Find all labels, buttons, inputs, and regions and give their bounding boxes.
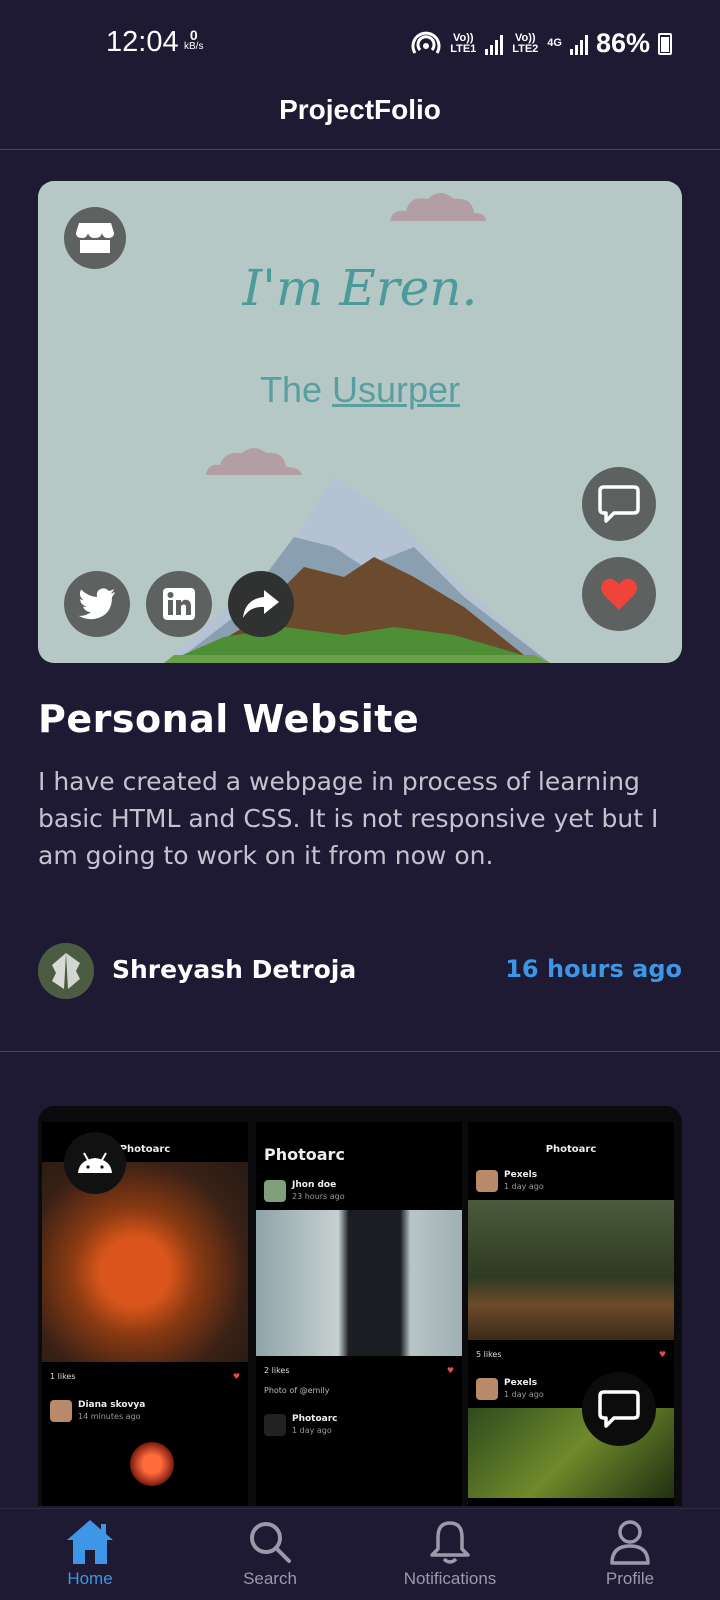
screenshot-caption: Photo of @emily (264, 1386, 330, 1395)
post-image[interactable]: Photoarc 1 likes ♥ Diana skovya 14 minut… (38, 1106, 682, 1506)
nav-profile[interactable]: Profile (540, 1509, 720, 1600)
post-timestamp: 16 hours ago (505, 955, 682, 983)
home-icon (67, 1520, 113, 1564)
screenshot-post-header: Photoarc 1 day ago (256, 1406, 462, 1444)
screenshot-user-avatar (264, 1180, 286, 1202)
app-screenshot: Photoarc Pexels 1 day ago 5 likes ♥ Pexe… (468, 1122, 674, 1506)
app-title: ProjectFolio (279, 94, 441, 125)
store-icon (76, 223, 114, 253)
app-header: ProjectFolio (0, 88, 720, 150)
post-description: I have created a webpage in process of l… (38, 767, 659, 870)
cloud-illustration (206, 448, 302, 475)
share-button[interactable] (228, 571, 294, 637)
hero-subtitle: The Usurper (259, 369, 461, 410)
comment-icon (598, 1390, 640, 1428)
screenshot-user-avatar (264, 1414, 286, 1436)
screenshot-photo (468, 1200, 674, 1340)
heart-icon: ♥ (232, 1372, 240, 1381)
post-divider (0, 1051, 720, 1052)
screenshot-status-bar (468, 1122, 674, 1138)
screenshot-user-avatar (476, 1378, 498, 1400)
comment-button[interactable] (582, 467, 656, 541)
screenshot-user-avatar (476, 1170, 498, 1192)
mountain-illustration (164, 477, 550, 663)
screenshot-likes-row: 2 likes ♥ (256, 1356, 462, 1386)
nav-home[interactable]: Home (0, 1509, 180, 1600)
nav-home-label: Home (67, 1569, 113, 1588)
twitter-share-button[interactable] (64, 571, 130, 637)
author-name[interactable]: Shreyash Detroja (112, 955, 356, 984)
screenshot-likes-row: 5 likes ♥ (468, 1340, 674, 1370)
like-button[interactable] (582, 557, 656, 631)
android-badge[interactable] (64, 1132, 126, 1194)
nav-notifications[interactable]: Notifications (360, 1509, 540, 1600)
nav-search-label: Search (243, 1569, 297, 1588)
hero-title: I'm Eren. (242, 259, 478, 317)
heart-icon: ♥ (658, 1350, 666, 1359)
nav-search[interactable]: Search (180, 1509, 360, 1600)
heart-icon (601, 578, 637, 610)
bell-icon (430, 1521, 470, 1564)
comment-button[interactable] (582, 1372, 656, 1446)
screenshot-status-bar (42, 1122, 248, 1138)
linkedin-share-button[interactable] (146, 571, 212, 637)
screenshot-photo (42, 1162, 248, 1362)
comment-icon (598, 485, 640, 523)
author-avatar[interactable] (38, 943, 94, 999)
post-title[interactable]: Personal Website (38, 697, 419, 741)
app-screenshot: Photoarc Jhon doe 23 hours ago 2 likes ♥… (256, 1122, 462, 1506)
twitter-icon (78, 588, 115, 620)
screenshot-app-title: Photoarc (545, 1144, 597, 1155)
screenshot-photo (130, 1442, 174, 1486)
sim1-label: Vo)) LTE1 (450, 31, 477, 55)
nav-notifications-label: Notifications (403, 1569, 497, 1588)
author-row[interactable]: Shreyash Detroja 16 hours ago (38, 943, 682, 1001)
hotspot-icon (411, 31, 441, 54)
network-type: 4G (547, 37, 562, 49)
screenshot-likes-row: 1 likes ♥ (42, 1362, 248, 1392)
bottom-navigation: Home Search Notifications Profile (0, 1508, 720, 1600)
post-image[interactable]: I'm Eren. The Usurper (38, 181, 682, 663)
search-icon (250, 1522, 291, 1563)
status-bar: 12:04 0 kB/s Vo)) LTE1 Vo)) LTE2 4G 86% (0, 0, 720, 88)
android-icon (78, 1152, 112, 1173)
wings-emblem-icon (38, 943, 94, 999)
screenshot-post-header: Diana skovya 14 minutes ago (42, 1392, 248, 1430)
hero-subtitle-link[interactable]: Usurper (332, 369, 460, 410)
signal-bars-2-icon (569, 33, 588, 55)
person-icon (610, 1520, 650, 1565)
sim2-label: Vo)) LTE2 (512, 31, 539, 55)
status-time: 12:04 (106, 26, 179, 58)
cloud-illustration (390, 193, 486, 221)
screenshot-user-avatar (50, 1400, 72, 1422)
screenshot-status-bar (256, 1122, 462, 1138)
screenshot-photo (256, 1210, 462, 1356)
nav-profile-label: Profile (605, 1569, 655, 1588)
heart-icon: ♥ (446, 1366, 454, 1375)
network-speed: 0 kB/s (184, 27, 204, 52)
battery-percent: 86% (595, 28, 650, 58)
screenshot-post-header: Pexels 1 day ago (468, 1162, 674, 1200)
screenshot-post-header: Jhon doe 23 hours ago (256, 1172, 462, 1210)
battery-icon (658, 32, 672, 55)
status-icons: Vo)) LTE1 Vo)) LTE2 4G 86% (411, 28, 672, 59)
linkedin-icon (163, 588, 195, 620)
share-arrow-icon (243, 590, 279, 618)
signal-bars-1-icon (485, 33, 504, 55)
screenshot-app-title: Photoarc (264, 1145, 345, 1164)
